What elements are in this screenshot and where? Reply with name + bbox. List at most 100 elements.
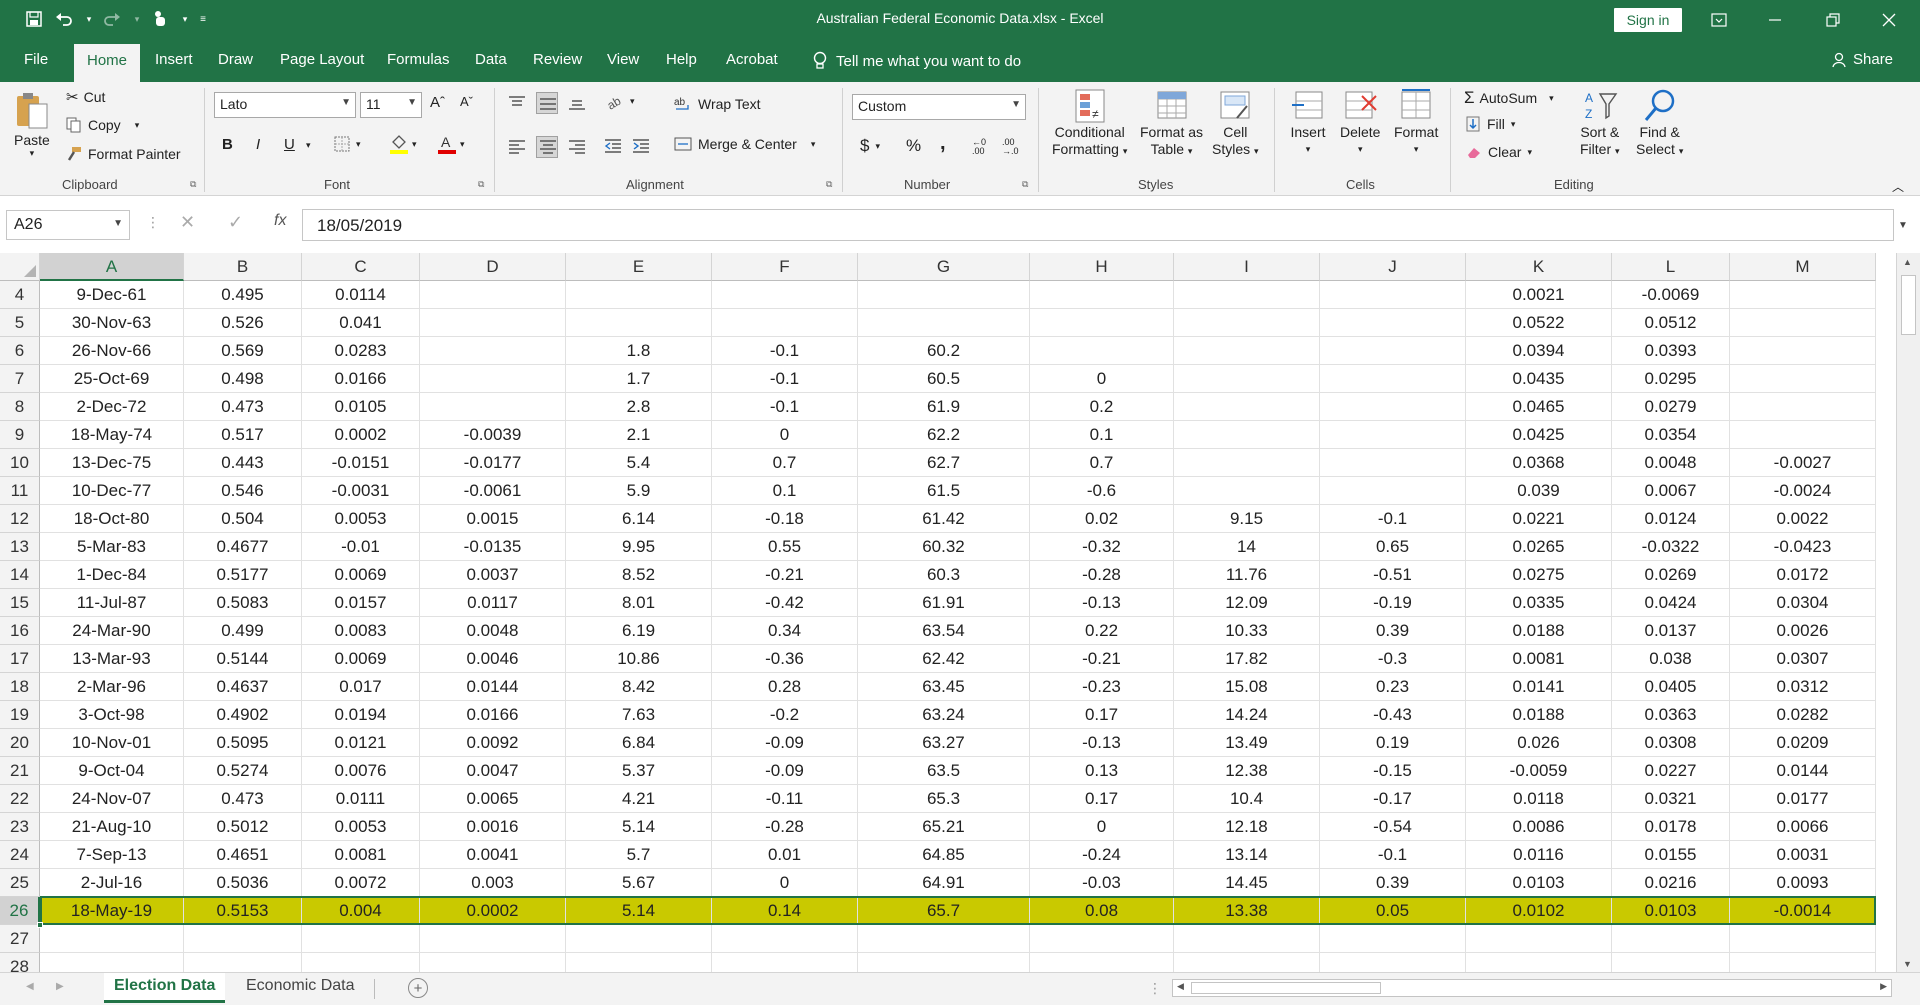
cell-b8[interactable]: 0.473: [184, 393, 302, 421]
cell-b24[interactable]: 0.4651: [184, 841, 302, 869]
cell-h23[interactable]: 0: [1030, 813, 1174, 841]
cell-a24[interactable]: 7-Sep-13: [40, 841, 184, 869]
cell-m5[interactable]: [1730, 309, 1876, 337]
cell-j27[interactable]: [1320, 925, 1466, 953]
cell-m13[interactable]: -0.0423: [1730, 533, 1876, 561]
increase-indent-icon[interactable]: [632, 138, 650, 154]
cell-i15[interactable]: 12.09: [1174, 589, 1320, 617]
tab-file[interactable]: File: [24, 51, 48, 68]
scroll-up-icon[interactable]: ▲: [1903, 257, 1912, 267]
column-header-f[interactable]: F: [712, 253, 858, 281]
cell-g27[interactable]: [858, 925, 1030, 953]
cell-i10[interactable]: [1174, 449, 1320, 477]
cell-d22[interactable]: 0.0065: [420, 785, 566, 813]
cell-f4[interactable]: [712, 281, 858, 309]
conditional-formatting-button[interactable]: ≠ Conditional Formatting ▾: [1052, 88, 1127, 160]
cell-j21[interactable]: -0.15: [1320, 757, 1466, 785]
tab-home[interactable]: Home: [74, 44, 141, 82]
cell-k16[interactable]: 0.0188: [1466, 617, 1612, 645]
cell-d6[interactable]: [420, 337, 566, 365]
copy-dropdown-icon[interactable]: ▾: [135, 120, 140, 131]
cell-f13[interactable]: 0.55: [712, 533, 858, 561]
cell-g14[interactable]: 60.3: [858, 561, 1030, 589]
cell-e22[interactable]: 4.21: [566, 785, 712, 813]
find-select-button[interactable]: Find & Select ▾: [1636, 88, 1683, 160]
cell-k13[interactable]: 0.0265: [1466, 533, 1612, 561]
cell-e8[interactable]: 2.8: [566, 393, 712, 421]
cell-l5[interactable]: 0.0512: [1612, 309, 1730, 337]
cell-a20[interactable]: 10-Nov-01: [40, 729, 184, 757]
cell-l22[interactable]: 0.0321: [1612, 785, 1730, 813]
cell-c8[interactable]: 0.0105: [302, 393, 420, 421]
horizontal-scrollbar[interactable]: ◀ ▶: [1172, 979, 1892, 997]
cell-g6[interactable]: 60.2: [858, 337, 1030, 365]
cell-f9[interactable]: 0: [712, 421, 858, 449]
cell-c11[interactable]: -0.0031: [302, 477, 420, 505]
cell-i7[interactable]: [1174, 365, 1320, 393]
align-right-icon[interactable]: [568, 139, 586, 155]
cell-d18[interactable]: 0.0144: [420, 673, 566, 701]
cell-g22[interactable]: 65.3: [858, 785, 1030, 813]
cell-k17[interactable]: 0.0081: [1466, 645, 1612, 673]
autosum-button[interactable]: Σ AutoSum ▾: [1464, 88, 1554, 108]
cell-styles-button[interactable]: Cell Styles ▾: [1212, 88, 1259, 160]
cell-g11[interactable]: 61.5: [858, 477, 1030, 505]
cell-j9[interactable]: [1320, 421, 1466, 449]
cell-d8[interactable]: [420, 393, 566, 421]
cell-e16[interactable]: 6.19: [566, 617, 712, 645]
cell-f17[interactable]: -0.36: [712, 645, 858, 673]
cell-g8[interactable]: 61.9: [858, 393, 1030, 421]
row-header[interactable]: 16: [0, 617, 40, 645]
sheet-tab-economic-data[interactable]: Economic Data: [238, 973, 363, 1003]
cell-a13[interactable]: 5-Mar-83: [40, 533, 184, 561]
cell-c15[interactable]: 0.0157: [302, 589, 420, 617]
cell-l18[interactable]: 0.0405: [1612, 673, 1730, 701]
cell-i26[interactable]: 13.38: [1174, 897, 1320, 925]
cell-l9[interactable]: 0.0354: [1612, 421, 1730, 449]
cell-h12[interactable]: 0.02: [1030, 505, 1174, 533]
cell-b10[interactable]: 0.443: [184, 449, 302, 477]
cell-i11[interactable]: [1174, 477, 1320, 505]
cell-g7[interactable]: 60.5: [858, 365, 1030, 393]
clipboard-launcher-icon[interactable]: ⧉: [190, 179, 200, 189]
cell-g16[interactable]: 63.54: [858, 617, 1030, 645]
cell-m27[interactable]: [1730, 925, 1876, 953]
fill-button[interactable]: Fill ▾: [1466, 116, 1515, 132]
cell-l13[interactable]: -0.0322: [1612, 533, 1730, 561]
cell-k6[interactable]: 0.0394: [1466, 337, 1612, 365]
cell-f18[interactable]: 0.28: [712, 673, 858, 701]
column-header-h[interactable]: H: [1030, 253, 1174, 281]
cell-g4[interactable]: [858, 281, 1030, 309]
cell-d7[interactable]: [420, 365, 566, 393]
cell-d27[interactable]: [420, 925, 566, 953]
cell-c24[interactable]: 0.0081: [302, 841, 420, 869]
cell-i9[interactable]: [1174, 421, 1320, 449]
comma-button[interactable]: ,: [940, 132, 946, 155]
cell-j24[interactable]: -0.1: [1320, 841, 1466, 869]
cell-l10[interactable]: 0.0048: [1612, 449, 1730, 477]
cell-j11[interactable]: [1320, 477, 1466, 505]
cell-f19[interactable]: -0.2: [712, 701, 858, 729]
cell-j12[interactable]: -0.1: [1320, 505, 1466, 533]
cell-k15[interactable]: 0.0335: [1466, 589, 1612, 617]
cell-c14[interactable]: 0.0069: [302, 561, 420, 589]
cell-m7[interactable]: [1730, 365, 1876, 393]
cell-b12[interactable]: 0.504: [184, 505, 302, 533]
hscroll-thumb[interactable]: [1191, 982, 1381, 994]
column-header-k[interactable]: K: [1466, 253, 1612, 281]
cell-e4[interactable]: [566, 281, 712, 309]
cell-k11[interactable]: 0.039: [1466, 477, 1612, 505]
cell-l23[interactable]: 0.0178: [1612, 813, 1730, 841]
cell-d13[interactable]: -0.0135: [420, 533, 566, 561]
cell-m22[interactable]: 0.0177: [1730, 785, 1876, 813]
tab-formulas[interactable]: Formulas: [387, 51, 450, 68]
currency-button[interactable]: $ ▾: [860, 136, 880, 156]
cell-b9[interactable]: 0.517: [184, 421, 302, 449]
cell-h15[interactable]: -0.13: [1030, 589, 1174, 617]
cell-g26[interactable]: 65.7: [858, 897, 1030, 925]
cell-d11[interactable]: -0.0061: [420, 477, 566, 505]
cell-g17[interactable]: 62.42: [858, 645, 1030, 673]
row-header[interactable]: 18: [0, 673, 40, 701]
scroll-down-icon[interactable]: ▼: [1903, 959, 1912, 969]
restore-icon[interactable]: [1810, 0, 1856, 39]
